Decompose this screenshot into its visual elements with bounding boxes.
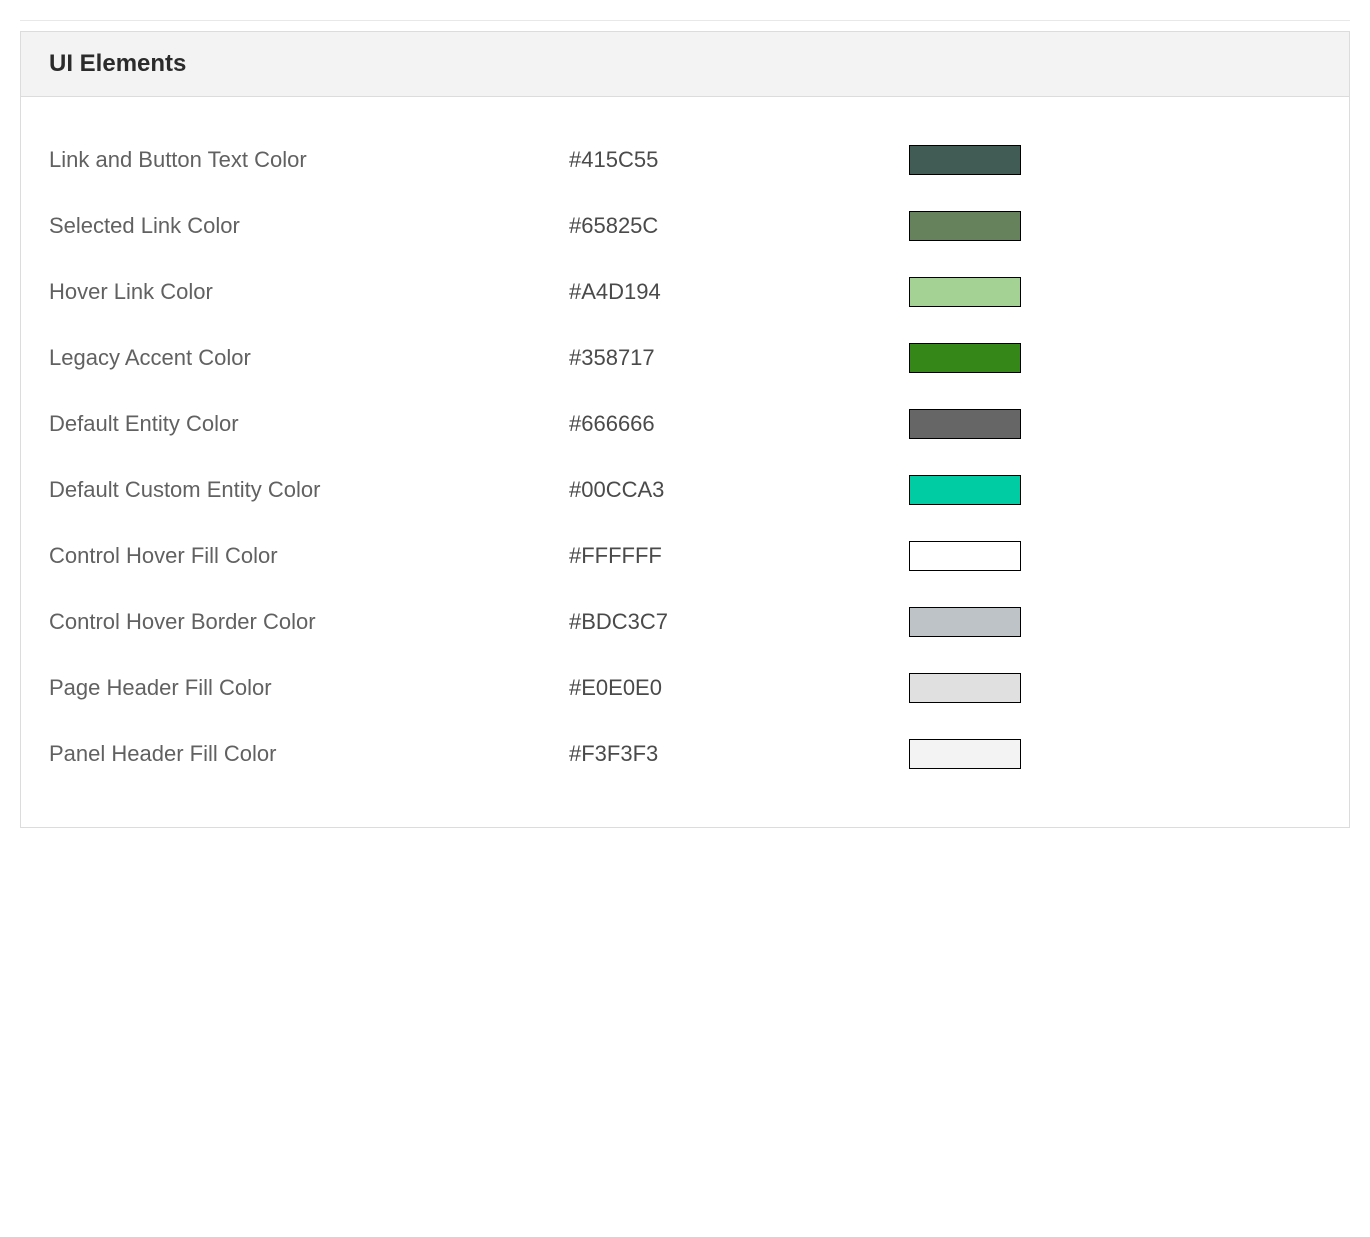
- color-label: Hover Link Color: [49, 279, 569, 305]
- color-swatch[interactable]: [909, 409, 1021, 439]
- color-row: Page Header Fill Color#E0E0E0: [49, 655, 1321, 721]
- ui-elements-panel: UI Elements Link and Button Text Color#4…: [20, 31, 1350, 828]
- color-value: #358717: [569, 345, 909, 371]
- color-label: Control Hover Border Color: [49, 609, 569, 635]
- color-swatch[interactable]: [909, 475, 1021, 505]
- color-label: Control Hover Fill Color: [49, 543, 569, 569]
- color-row: Default Entity Color#666666: [49, 391, 1321, 457]
- color-swatch[interactable]: [909, 541, 1021, 571]
- color-label: Default Custom Entity Color: [49, 477, 569, 503]
- color-row: Selected Link Color#65825C: [49, 193, 1321, 259]
- color-row: Panel Header Fill Color#F3F3F3: [49, 721, 1321, 787]
- color-label: Page Header Fill Color: [49, 675, 569, 701]
- color-label: Panel Header Fill Color: [49, 741, 569, 767]
- color-row: Control Hover Border Color#BDC3C7: [49, 589, 1321, 655]
- color-value: #A4D194: [569, 279, 909, 305]
- color-row: Default Custom Entity Color#00CCA3: [49, 457, 1321, 523]
- color-swatch[interactable]: [909, 673, 1021, 703]
- color-value: #415C55: [569, 147, 909, 173]
- color-swatch[interactable]: [909, 343, 1021, 373]
- color-value: #00CCA3: [569, 477, 909, 503]
- color-value: #666666: [569, 411, 909, 437]
- color-value: #E0E0E0: [569, 675, 909, 701]
- color-row: Link and Button Text Color#415C55: [49, 127, 1321, 193]
- color-swatch[interactable]: [909, 211, 1021, 241]
- color-value: #BDC3C7: [569, 609, 909, 635]
- color-value: #FFFFFF: [569, 543, 909, 569]
- color-swatch[interactable]: [909, 739, 1021, 769]
- panel-header: UI Elements: [21, 32, 1349, 97]
- color-row: Legacy Accent Color#358717: [49, 325, 1321, 391]
- color-value: #65825C: [569, 213, 909, 239]
- color-row: Hover Link Color#A4D194: [49, 259, 1321, 325]
- color-label: Link and Button Text Color: [49, 147, 569, 173]
- panel-body: Link and Button Text Color#415C55Selecte…: [21, 97, 1349, 827]
- panel-title: UI Elements: [49, 50, 1321, 78]
- color-value: #F3F3F3: [569, 741, 909, 767]
- top-divider: [20, 20, 1350, 21]
- color-label: Selected Link Color: [49, 213, 569, 239]
- color-swatch[interactable]: [909, 607, 1021, 637]
- color-label: Legacy Accent Color: [49, 345, 569, 371]
- color-row: Control Hover Fill Color#FFFFFF: [49, 523, 1321, 589]
- color-label: Default Entity Color: [49, 411, 569, 437]
- color-swatch[interactable]: [909, 277, 1021, 307]
- color-swatch[interactable]: [909, 145, 1021, 175]
